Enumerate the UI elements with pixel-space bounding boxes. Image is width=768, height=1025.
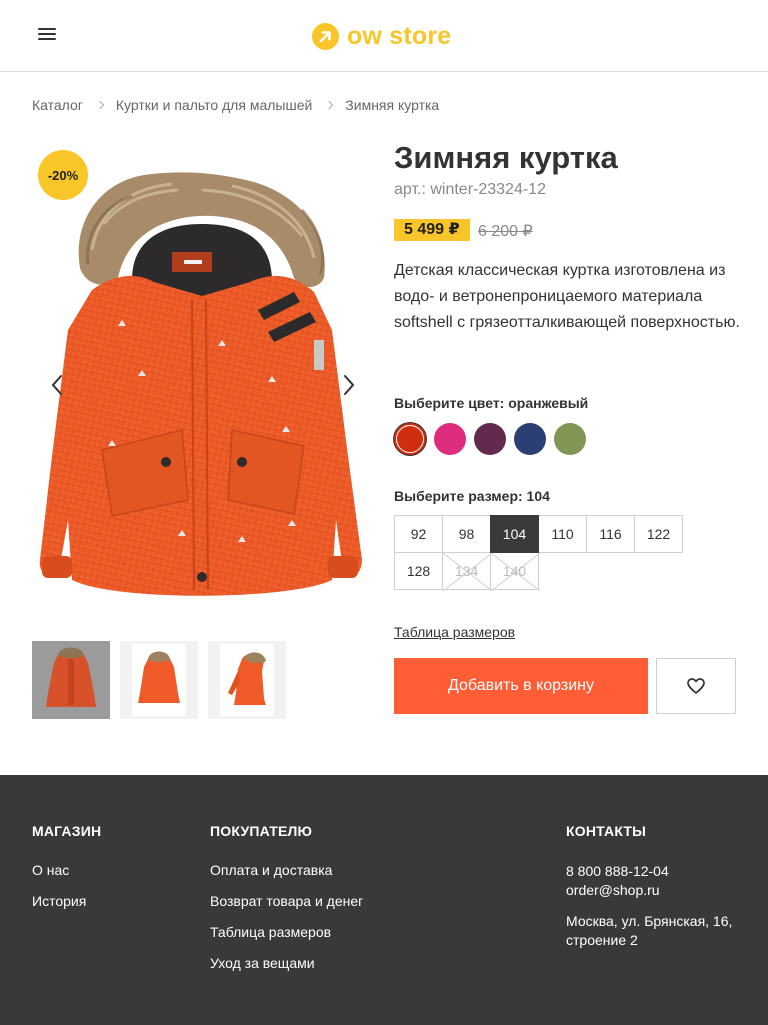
size-option-128[interactable]: 128 bbox=[394, 552, 443, 590]
chevron-right-icon[interactable] bbox=[338, 372, 358, 398]
discount-badge: -20% bbox=[38, 150, 88, 200]
size-option-104[interactable]: 104 bbox=[490, 515, 539, 553]
color-label: Выберите цвет: оранжевый bbox=[394, 395, 589, 411]
logo-arrow-icon bbox=[312, 22, 339, 50]
size-option-140: 140 bbox=[490, 552, 540, 591]
product-description: Детская классическая куртка изготовлена … bbox=[394, 262, 740, 331]
wishlist-button[interactable] bbox=[656, 658, 736, 714]
old-price: 6 200 ₽ bbox=[478, 223, 533, 240]
size-option-116[interactable]: 116 bbox=[586, 515, 635, 553]
footer-contacts-column: КОНТАКТЫ 8 800 888-12-04 order@shop.ru М… bbox=[566, 823, 746, 950]
size-option-92[interactable]: 92 bbox=[394, 515, 443, 553]
breadcrumb-current: Зимняя куртка bbox=[345, 97, 440, 113]
logo-text: ow store bbox=[347, 21, 452, 50]
footer-phone[interactable]: 8 800 888-12-04 bbox=[566, 862, 746, 881]
thumbnail-side[interactable] bbox=[208, 641, 286, 719]
thumbnail-back[interactable] bbox=[120, 641, 198, 719]
footer-heading-shop: МАГАЗИН bbox=[32, 823, 102, 839]
footer-link-returns[interactable]: Возврат товара и денег bbox=[210, 893, 363, 910]
breadcrumb-category[interactable]: Куртки и пальто для малышей bbox=[116, 97, 312, 113]
footer-heading-contacts: КОНТАКТЫ bbox=[566, 823, 647, 839]
size-grid: 92 98 104 110 116 122 128 134 140 bbox=[394, 515, 689, 591]
color-swatch-orange[interactable] bbox=[394, 423, 426, 455]
site-logo[interactable]: ow store bbox=[312, 21, 451, 51]
color-swatch-olive[interactable] bbox=[554, 423, 586, 455]
color-swatch-pink[interactable] bbox=[434, 423, 466, 455]
color-swatch-navy[interactable] bbox=[514, 423, 546, 455]
product-gallery: -20% bbox=[32, 140, 366, 610]
thumbnail-strip bbox=[32, 641, 296, 719]
footer-customer-column: ПОКУПАТЕЛЮ Оплата и доставка Возврат тов… bbox=[210, 823, 363, 986]
chevron-right-icon bbox=[325, 100, 334, 110]
color-swatch-plum[interactable] bbox=[474, 423, 506, 455]
chevron-left-icon[interactable] bbox=[48, 372, 68, 398]
footer-link-care[interactable]: Уход за вещами bbox=[210, 955, 363, 972]
breadcrumb: Каталог Куртки и пальто для малышей Зимн… bbox=[32, 96, 439, 114]
size-option-98[interactable]: 98 bbox=[442, 515, 491, 553]
size-option-110[interactable]: 110 bbox=[538, 515, 587, 553]
hamburger-menu-icon[interactable] bbox=[38, 27, 58, 43]
footer-link-size-table[interactable]: Таблица размеров bbox=[210, 924, 363, 941]
footer-shop-column: МАГАЗИН О нас История bbox=[32, 823, 101, 924]
footer-email[interactable]: order@shop.ru bbox=[566, 881, 746, 900]
heart-icon bbox=[687, 678, 705, 694]
product-sku: арт.: winter-23324-12 bbox=[394, 181, 546, 198]
chevron-right-icon bbox=[95, 100, 105, 110]
add-to-cart-button[interactable]: Добавить в корзину bbox=[394, 658, 648, 714]
product-title: Зимняя куртка bbox=[394, 140, 618, 175]
product-image bbox=[39, 172, 362, 596]
size-option-134: 134 bbox=[442, 552, 492, 591]
thumbnail-front[interactable] bbox=[32, 641, 110, 719]
footer-heading-customer: ПОКУПАТЕЛЮ bbox=[210, 823, 313, 839]
footer-link-payment[interactable]: Оплата и доставка bbox=[210, 862, 363, 879]
footer-link-history[interactable]: История bbox=[32, 893, 101, 910]
color-swatches bbox=[394, 423, 594, 455]
size-table-link[interactable]: Таблица размеров bbox=[394, 624, 515, 640]
size-option-122[interactable]: 122 bbox=[634, 515, 683, 553]
site-header: ow store bbox=[0, 0, 768, 72]
current-price: 5 499 ₽ bbox=[394, 219, 470, 241]
footer-link-about[interactable]: О нас bbox=[32, 862, 101, 879]
size-label: Выберите размер: 104 bbox=[394, 488, 550, 504]
site-footer: МАГАЗИН О нас История ПОКУПАТЕЛЮ Оплата … bbox=[0, 775, 768, 1025]
footer-address: Москва, ул. Брянская, 16, строение 2 bbox=[566, 913, 733, 948]
breadcrumb-catalog[interactable]: Каталог bbox=[32, 97, 83, 113]
